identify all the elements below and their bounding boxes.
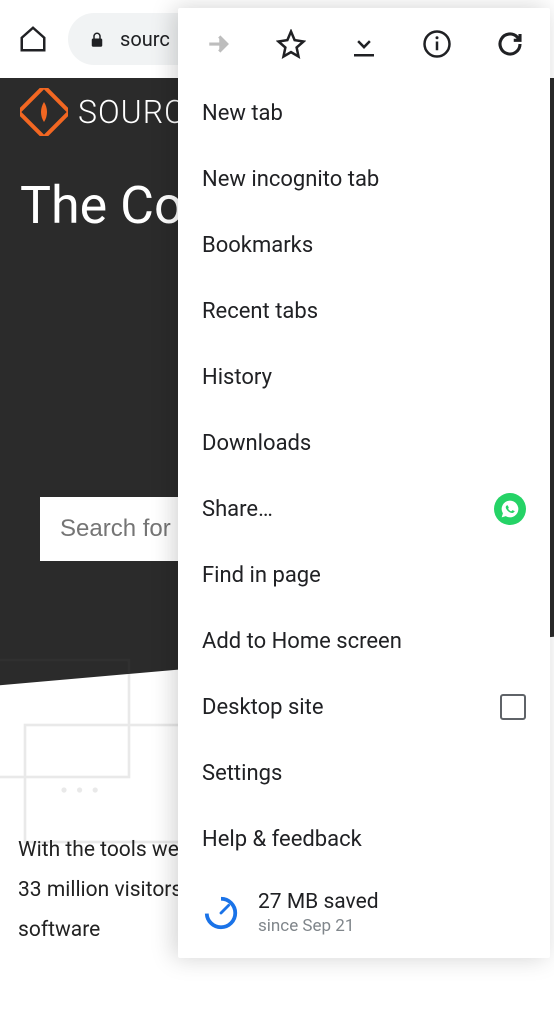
data-saver-row[interactable]: 27 MB saved since Sep 21: [178, 872, 550, 946]
menu-settings[interactable]: Settings: [178, 740, 550, 806]
menu-add-home[interactable]: Add to Home screen: [178, 608, 550, 674]
menu-help-feedback[interactable]: Help & feedback: [178, 806, 550, 872]
lock-icon: [88, 30, 106, 48]
menu-bookmarks[interactable]: Bookmarks: [178, 212, 550, 278]
data-saved-since: since Sep 21: [258, 916, 379, 936]
url-text: sourc: [120, 27, 170, 51]
brand-text: SOURC: [78, 93, 186, 131]
data-saved-amount: 27 MB saved: [258, 890, 379, 914]
reload-icon[interactable]: [495, 29, 525, 59]
menu-find-in-page[interactable]: Find in page: [178, 542, 550, 608]
gauge-icon: [202, 894, 240, 932]
home-icon[interactable]: [18, 24, 48, 54]
menu-desktop-site[interactable]: Desktop site: [178, 674, 550, 740]
chrome-overflow-menu: New tab New incognito tab Bookmarks Rece…: [178, 8, 550, 958]
forward-icon: [203, 29, 233, 59]
menu-icon-row: [178, 8, 550, 80]
desktop-site-checkbox[interactable]: [500, 694, 526, 720]
info-icon[interactable]: [422, 29, 452, 59]
menu-new-tab[interactable]: New tab: [178, 80, 550, 146]
menu-new-incognito[interactable]: New incognito tab: [178, 146, 550, 212]
download-icon[interactable]: [349, 29, 379, 59]
menu-share[interactable]: Share…: [178, 476, 550, 542]
sourceforge-logo-icon: [20, 88, 68, 136]
whatsapp-icon[interactable]: [494, 493, 526, 525]
menu-downloads[interactable]: Downloads: [178, 410, 550, 476]
bookmark-star-icon[interactable]: [276, 29, 306, 59]
menu-recent-tabs[interactable]: Recent tabs: [178, 278, 550, 344]
menu-history[interactable]: History: [178, 344, 550, 410]
